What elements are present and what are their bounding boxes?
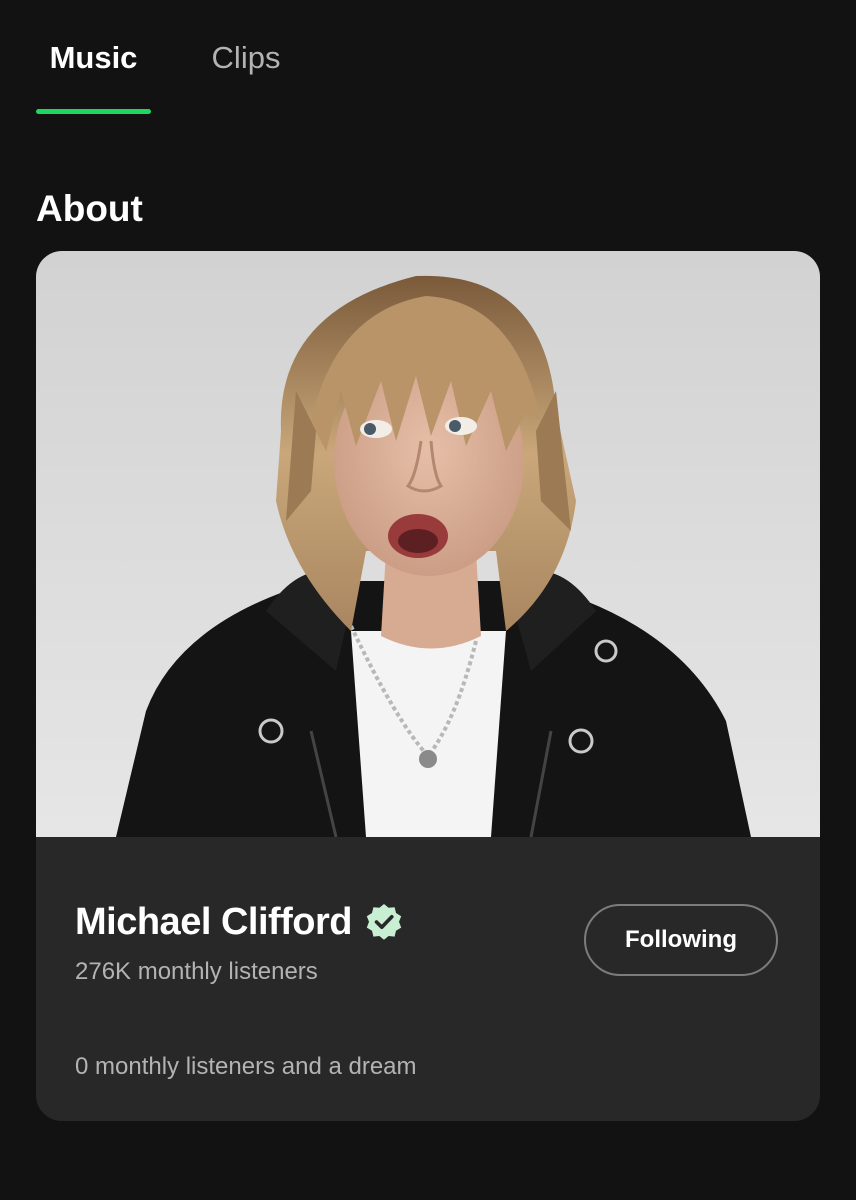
verified-badge-icon: [366, 904, 402, 940]
tab-clips[interactable]: Clips: [196, 36, 296, 80]
artist-bio: 0 monthly listeners and a dream: [75, 1053, 417, 1080]
about-card[interactable]: Michael Clifford 276K monthly listeners …: [36, 251, 820, 1121]
artist-name-row: Michael Clifford: [75, 897, 404, 947]
artist-photo: [36, 251, 820, 837]
tab-music[interactable]: Music: [36, 36, 151, 80]
monthly-listeners: 276K monthly listeners: [75, 958, 318, 985]
artist-info: Michael Clifford 276K monthly listeners …: [36, 837, 820, 1121]
active-tab-indicator: [36, 109, 151, 114]
following-button[interactable]: Following: [584, 904, 778, 976]
artist-name[interactable]: Michael Clifford: [75, 897, 353, 947]
tab-bar: Music Clips: [0, 0, 856, 116]
about-heading: About: [36, 188, 143, 229]
